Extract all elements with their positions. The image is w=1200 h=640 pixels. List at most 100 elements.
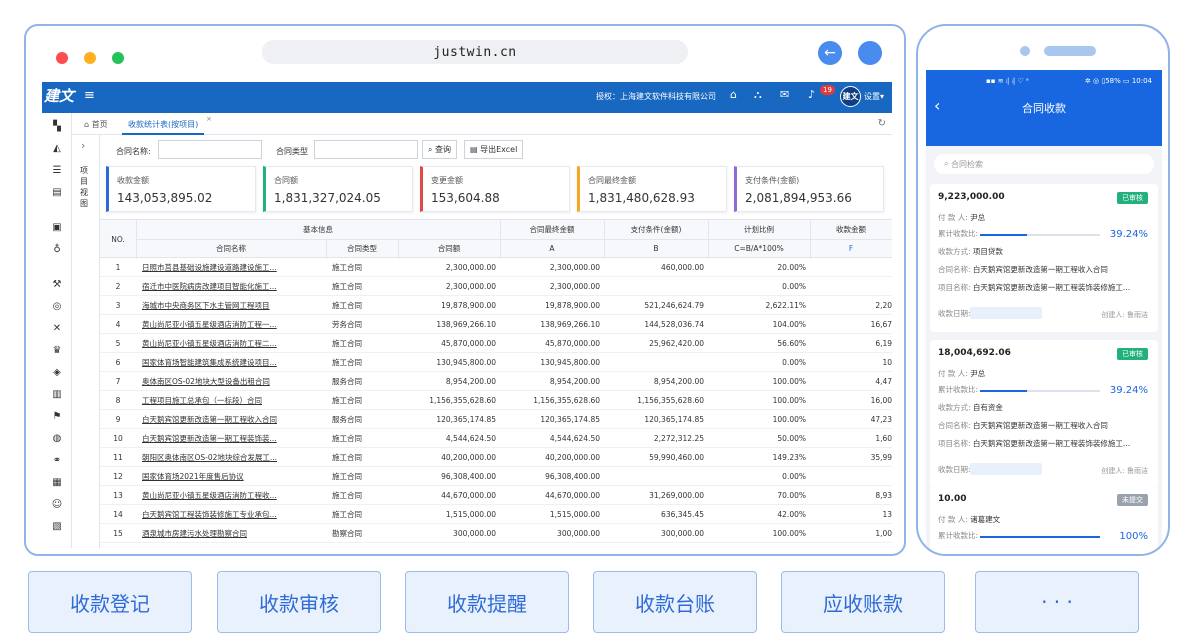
cell-name[interactable]: 黄山尚尼亚小镇五星级酒店消防工程一... [142,315,290,334]
contract-name-label: 合同名称: [116,147,151,156]
tools-icon[interactable]: ⚒ [51,278,63,290]
list-icon[interactable]: ☰ [51,164,63,176]
table-row[interactable]: 14 白天鹅宾馆工程装饰装修施工专业承包... 施工合同 1,515,000.00 1,… [100,505,892,524]
user-avatar[interactable]: 建文 [840,86,861,107]
close-dot[interactable] [56,52,68,64]
cell-name[interactable]: 工程项目施工总承包（一标段）合同 [142,391,290,410]
col-received[interactable]: 收款金额 [810,220,892,239]
feature-receipt-review[interactable]: 收款审核 [217,571,381,633]
cell-type: 劳务合同 [332,320,362,329]
table-row[interactable]: 1 日照市莒县基础设施建设道路建设施工... 施工合同 2,300,000.00 2,3… [100,258,892,277]
trophy-icon[interactable]: ♛ [51,344,63,356]
tree-label[interactable]: 项目视图 [80,165,92,209]
feature-receipt-reminder[interactable]: 收款提醒 [405,571,569,633]
org-chart-icon[interactable]: ⛬ [754,88,762,102]
col-contract-type[interactable]: 合同类型 [326,239,398,258]
phone-mockup: ▪▪ ≋ ᵢ| ᵢ| ♡ ᵃ ✲ ◎ ▯58% ▭ 10:04 ‹ 合同收款 ⌕… [916,24,1170,556]
cell-name[interactable]: 白天鹅宾馆更新改造第一期工程装饰装... [142,429,290,448]
cell-recv: 4,477,1 [875,377,892,386]
refresh-icon[interactable]: ↻ [878,118,886,129]
table-row[interactable]: 7 奥体南区OS-02地块大型设备出租合同 服务合同 8,954,200.00 8,95… [100,372,892,391]
tab-home[interactable]: ⌂ 首页 [84,119,108,130]
shield-icon[interactable]: ◈ [51,366,63,378]
receipt-card[interactable]: 18,004,692.06 已审核付 款 人: 尹总 累计收款比: 39.24% 收款方… [930,340,1158,488]
feature-more[interactable]: · · · [975,571,1139,633]
table-row[interactable]: 3 海城市中央商务区下水主管网工程项目 施工合同 19,878,900.00 19,87… [100,296,892,315]
maximize-dot[interactable] [112,52,124,64]
summary-card-change-amount: 变更金额 153,604.88 [420,166,570,212]
chevron-right-icon[interactable]: › [81,139,85,152]
settings-menu[interactable]: 设置▾ [864,91,884,102]
chat-icon[interactable]: ✉ [780,88,789,101]
feature-receipt-ledger[interactable]: 收款台账 [593,571,757,633]
url-bar[interactable]: justwin.cn [262,40,688,64]
money-bag-icon[interactable]: ♁ [51,243,63,255]
cell-name[interactable]: 白天鹅宾馆工程装饰装修施工专业承包... [142,505,290,524]
table-row[interactable]: 5 黄山尚尼亚小镇五星级酒店消防工程二... 施工合同 45,870,000.00 45… [100,334,892,353]
cell-name[interactable]: 朝阳区奥体南区OS-02地块综合发展工... [142,448,290,467]
cross-tools-icon[interactable]: ✕ [51,322,63,334]
col-final-amount[interactable]: 合同最终金额 [500,220,604,239]
col-payment-sub: B [653,244,659,253]
col-payment-terms[interactable]: 支付条件(金额) [604,220,708,239]
table-row[interactable]: 8 工程项目施工总承包（一标段）合同 施工合同 1,156,355,628.60 1,1… [100,391,892,410]
table-row[interactable]: 4 黄山尚尼亚小镇五星级酒店消防工程一... 劳务合同 138,969,266.10 1… [100,315,892,334]
table-row[interactable]: 15 酒泉城市房建污水处理勘察合同 勘察合同 300,000.00 300,000.00… [100,524,892,543]
user-icon[interactable]: ☺ [51,498,63,510]
target-icon[interactable]: ◎ [51,300,63,312]
cell-name[interactable]: 黄山尚尼亚小镇五星级酒店消防工程二... [142,334,290,353]
tab-close-icon[interactable]: × [206,115,212,123]
col-contract-amount[interactable]: 合同额 [398,239,500,258]
cell-name[interactable]: 酒泉城市房建污水处理勘察合同 [142,524,290,543]
cell-name[interactable]: 白天鹅宾馆更新改造第一期工程收入合同 [142,410,290,429]
menu-toggle-icon[interactable]: ≡ [84,88,95,103]
contract-search-input[interactable]: ⌕ 合同检索 [934,154,1154,174]
card-icon[interactable]: ▣ [51,221,63,233]
minimize-dot[interactable] [84,52,96,64]
globe-icon[interactable]: ◍ [51,432,63,444]
table-row[interactable]: 2 宿迁市中医院病房改建项目智能化施工... 施工合同 2,300,000.00 2,3… [100,277,892,296]
dashboard-icon[interactable]: ▚ [51,120,63,132]
cell-name[interactable]: 黄山尚尼亚小镇五星级酒店消防工程收... [142,486,290,505]
cell-name[interactable]: 奥体南区OS-02地块大型设备出租合同 [142,372,290,391]
tab-receipt-stats[interactable]: 收款统计表(按项目) [122,113,205,135]
feature-receivables[interactable]: 应收账款 [781,571,945,633]
table-row[interactable]: 13 黄山尚尼亚小镇五星级酒店消防工程收... 施工合同 44,670,000.00 4… [100,486,892,505]
clipboard-icon[interactable]: ▦ [51,476,63,488]
cell-name[interactable]: 海城市中央商务区下水主管网工程项目 [142,296,290,315]
table-row[interactable]: 10 白天鹅宾馆更新改造第一期工程装饰装... 施工合同 4,544,624.50 4,… [100,429,892,448]
table-row[interactable]: 9 白天鹅宾馆更新改造第一期工程收入合同 服务合同 120,365,174.85 120… [100,410,892,429]
report-icon[interactable]: ▧ [51,520,63,532]
query-button[interactable]: ⌕ 查询 [422,140,458,159]
cell-final: 2,300,000.00 [549,282,600,291]
database-icon[interactable]: ▥ [51,388,63,400]
receipt-card[interactable]: 9,223,000.00 已审核付 款 人: 尹总 累计收款比: 39.24% 收款方式… [930,184,1158,332]
cell-amount: 4,544,624.50 [445,434,496,443]
back-arrow-icon[interactable]: ← [818,41,842,65]
home-icon[interactable]: ⌂ [730,88,737,101]
flag-icon[interactable]: ⚑ [51,410,63,422]
cell-recv: 2,208,5 [875,301,892,310]
contract-type-select[interactable] [314,140,418,159]
table-row[interactable]: 11 朝阳区奥体南区OS-02地块综合发展工... 施工合同 40,200,000.0… [100,448,892,467]
col-plan-ratio[interactable]: 计划比例 [708,220,810,239]
cell-name[interactable]: 国家体育场智能建筑集成系统建设项目... [142,353,290,372]
contract-name-input[interactable] [158,140,262,159]
table-row[interactable]: 6 国家体育场智能建筑集成系统建设项目... 施工合同 130,945,800.00 1… [100,353,892,372]
table-row[interactable]: 12 国家体育场2021年度售后协议 施工合同 96,308,400.00 96,308… [100,467,892,486]
feature-receipt-register[interactable]: 收款登记 [28,571,192,633]
handshake-icon[interactable]: ⚭ [51,454,63,466]
chart-icon[interactable]: ◭ [51,142,63,154]
bell-icon[interactable]: ♪ [808,88,815,101]
export-excel-button[interactable]: ▤ 导出Excel [464,140,524,159]
profile-button[interactable] [858,41,882,65]
cell-name[interactable]: 日照市莒县基础设施建设道路建设施工... [142,258,290,277]
summary-card-contract-amount: 合同额 1,831,327,024.05 [263,166,413,212]
cell-final: 8,954,200.00 [549,377,600,386]
cell-ratio: 42.00% [777,510,806,519]
cell-name[interactable]: 国家体育场2021年度售后协议 [142,467,290,486]
cell-name[interactable]: 宿迁市中医院病房改建项目智能化施工... [142,277,290,296]
col-contract-name[interactable]: 合同名称 [136,239,326,258]
document-icon[interactable]: ▤ [51,186,63,198]
receipt-card[interactable]: 10.00 未提交付 款 人: 诸葛建文 累计收款比: 100% [930,486,1158,554]
